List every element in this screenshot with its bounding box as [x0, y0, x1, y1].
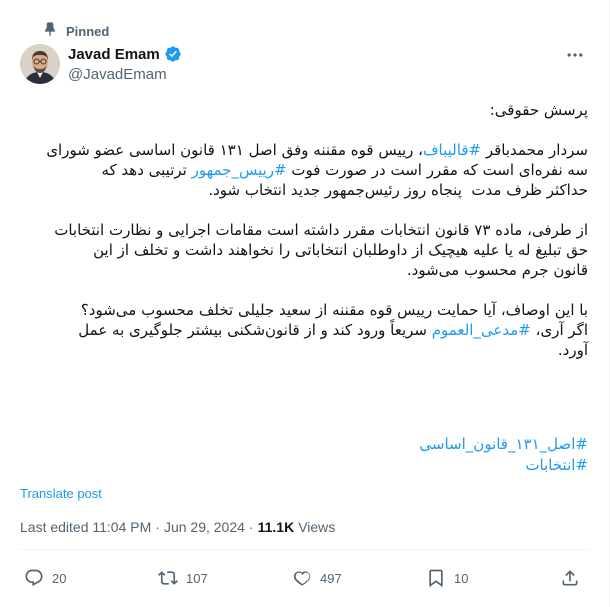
- tweet-line: سردار محمدباقر #قالیباف، رییس قوه مقننه …: [20, 140, 588, 160]
- tweet-text-run: با این اوصاف، آیا حمایت رییس قوه مقننه ا…: [80, 301, 588, 319]
- edited-timestamp[interactable]: Last edited 11:04 PM: [20, 519, 151, 535]
- tweet-line: آورد.: [20, 340, 588, 360]
- repost-count: 107: [186, 570, 208, 586]
- more-options-button[interactable]: [558, 44, 592, 66]
- pin-icon: [42, 21, 58, 42]
- like-count: 497: [320, 570, 342, 586]
- hashtag-link[interactable]: #انتخابات: [20, 455, 588, 476]
- hashtag-link[interactable]: #مدعی_العموم: [432, 321, 531, 339]
- pinned-indicator: Pinned: [42, 21, 110, 42]
- post-date[interactable]: Jun 29, 2024: [164, 519, 245, 535]
- tweet-text: پرسش حقوقی: سردار محمدباقر #قالیباف، رییس…: [20, 100, 588, 380]
- pinned-label: Pinned: [66, 23, 110, 39]
- action-bar: 20 107 497 10: [20, 563, 590, 593]
- bookmark-icon: [426, 568, 446, 588]
- tweet-paragraph: پرسش حقوقی:: [20, 100, 588, 120]
- tweet-line: حداکثر ظرف مدت پنجاه روز رئیس‌جمهور جدید…: [20, 180, 588, 200]
- tweet-line: از طرفی، ماده ۷۳ قانون انتخابات مقرر داش…: [20, 220, 588, 240]
- tweet-card: Pinned Javad Emam @JavadEmam پرسش حقوقی:…: [0, 0, 610, 607]
- tweet-text-run: ترتیبی دهد که: [101, 161, 192, 179]
- tweet-line: پرسش حقوقی:: [20, 100, 588, 120]
- author-display-name[interactable]: Javad Emam: [68, 46, 160, 63]
- hashtag-link[interactable]: #اصل_۱۳۱_قانون_اساسی: [20, 434, 588, 455]
- repost-button[interactable]: 107: [158, 563, 208, 593]
- share-icon: [560, 568, 580, 588]
- repost-icon: [158, 568, 178, 588]
- share-button[interactable]: [560, 563, 580, 593]
- meta-separator: ·: [155, 519, 160, 535]
- tweet-text-run: از طرفی، ماده ۷۳ قانون انتخابات مقرر داش…: [54, 221, 588, 239]
- tweet-line: اگر آری، #مدعی_العموم سریعاً ورود کند و …: [20, 320, 588, 340]
- reply-button[interactable]: 20: [24, 563, 66, 593]
- reply-count: 20: [52, 570, 67, 586]
- tweet-text-run: حق تبلیغ له یا علیه هیچیک از داوطلبان ان…: [93, 241, 588, 259]
- author-name-row: Javad Emam: [68, 45, 182, 63]
- tweet-text-run: سردار محمدباقر: [481, 141, 588, 159]
- verified-badge-icon[interactable]: [164, 45, 182, 63]
- views-label: Views: [298, 519, 336, 535]
- tweet-text-run: سریعاً ورود کند و از قانون‌شکنی بیشتر جل…: [78, 321, 432, 339]
- views-count: 11.1K: [257, 519, 295, 535]
- hashtag-link[interactable]: #رییس_جمهور: [192, 161, 287, 179]
- meta-separator: ·: [248, 519, 254, 535]
- tweet-paragraph: با این اوصاف، آیا حمایت رییس قوه مقننه ا…: [20, 300, 588, 360]
- tweet-text-run: پرسش حقوقی:: [489, 101, 588, 119]
- tweet-text-run: حداکثر ظرف مدت پنجاه روز رئیس‌جمهور جدید…: [208, 181, 588, 199]
- hashtag-link[interactable]: #قالیباف: [423, 141, 481, 159]
- tweet-paragraph: سردار محمدباقر #قالیباف، رییس قوه مقننه …: [20, 140, 588, 200]
- tweet-hashtags: #اصل_۱۳۱_قانون_اساسی #انتخابات: [20, 434, 588, 476]
- tweet-text-run: آورد.: [557, 341, 588, 359]
- heart-icon: [292, 568, 312, 588]
- divider: [20, 549, 590, 550]
- more-dots-icon: [567, 53, 583, 57]
- tweet-text-run: اگر آری،: [530, 321, 588, 339]
- translate-post-link[interactable]: Translate post: [20, 486, 102, 501]
- tweet-text-run: سه نفره‌ای است که مقرر است در صورت فوت: [286, 161, 588, 179]
- tweet-line: قانون جرم محسوب می‌شود.: [20, 260, 588, 280]
- tweet-text-run: قانون جرم محسوب می‌شود.: [406, 261, 588, 279]
- bookmark-button[interactable]: 10: [426, 563, 468, 593]
- tweet-meta: Last edited 11:04 PM · Jun 29, 2024 · 11…: [20, 519, 335, 535]
- tweet-line: با این اوصاف، آیا حمایت رییس قوه مقننه ا…: [20, 300, 588, 320]
- tweet-paragraph: از طرفی، ماده ۷۳ قانون انتخابات مقرر داش…: [20, 220, 588, 280]
- author-handle[interactable]: @JavadEmam: [68, 66, 167, 83]
- bookmark-count: 10: [454, 570, 469, 586]
- like-button[interactable]: 497: [292, 563, 342, 593]
- tweet-line: حق تبلیغ له یا علیه هیچیک از داوطلبان ان…: [20, 240, 588, 260]
- tweet-line: سه نفره‌ای است که مقرر است در صورت فوت #…: [20, 160, 588, 180]
- reply-icon: [24, 568, 44, 588]
- tweet-text-run: ، رییس قوه مقننه وفق اصل ۱۳۱ قانون اساسی…: [46, 141, 423, 159]
- avatar[interactable]: [20, 44, 60, 84]
